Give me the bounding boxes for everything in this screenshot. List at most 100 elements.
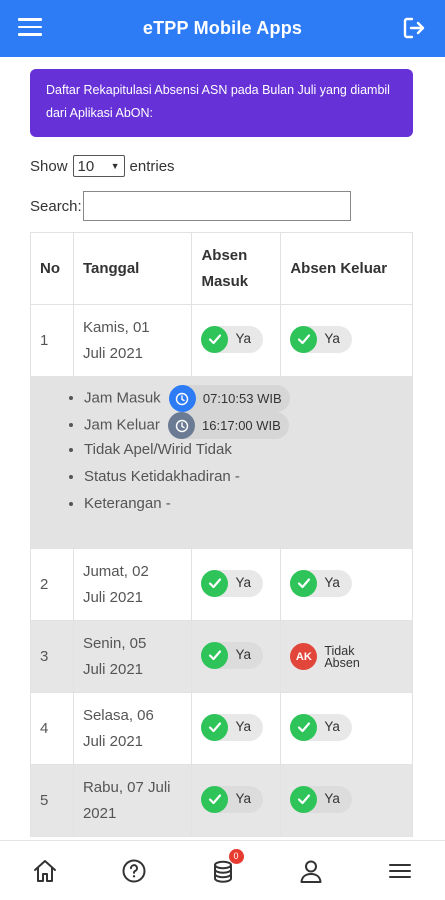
status-badge[interactable]: Ya	[290, 713, 352, 741]
attendance-table: No Tanggal Absen Masuk Absen Keluar 1 Ka…	[30, 232, 413, 837]
list-item: Status Ketidakhadiran -	[84, 466, 412, 493]
table-header-row: No Tanggal Absen Masuk Absen Keluar	[30, 232, 413, 305]
search-input[interactable]	[82, 191, 351, 221]
clock-icon	[168, 385, 196, 412]
status-badge[interactable]: Ya	[201, 785, 263, 813]
time-badge: 16:17:00 WIB	[168, 412, 289, 439]
status-text: Ya	[235, 791, 251, 807]
cell-masuk: Ya	[191, 692, 282, 765]
entries-label: entries	[129, 157, 175, 175]
date-line: Kamis, 01	[82, 318, 150, 336]
cell-date: Selasa, 06 Juli 2021	[72, 692, 193, 765]
date-line: Juli 2021	[82, 344, 143, 362]
info-alert: Daftar Rekapitulasi Absensi ASN pada Bul…	[30, 69, 413, 137]
cell-keluar: Ya	[280, 304, 413, 377]
date-line: Selasa, 06	[82, 706, 154, 724]
date-line: Rabu, 07 Juli	[82, 778, 171, 796]
menu-icon[interactable]	[385, 856, 415, 886]
time-badge: 07:10:53 WIB	[168, 385, 290, 412]
list-item: Jam Keluar 16:17:00 WIB	[84, 412, 412, 439]
status-text: Tidak Absen	[324, 645, 360, 670]
jam-keluar-label: Jam Keluar	[84, 416, 160, 434]
cell-date: Kamis, 01 Juli 2021	[72, 304, 193, 377]
cell-masuk: Ya	[191, 764, 282, 837]
show-label: Show	[30, 157, 68, 175]
status-text: Ya	[235, 719, 251, 735]
cell-no: 4	[30, 692, 74, 765]
clock-icon	[168, 412, 196, 439]
table-row[interactable]: 1 Kamis, 01 Juli 2021 Ya Ya	[30, 304, 413, 377]
status-badge[interactable]: AK Tidak Absen	[290, 643, 372, 671]
check-icon	[290, 325, 318, 353]
entries-value: 10	[77, 157, 95, 175]
status-text: Ya	[235, 331, 251, 347]
status-line: Absen	[324, 655, 360, 670]
entries-control: Show 10 ▼ entries	[30, 155, 175, 177]
user-icon[interactable]	[296, 856, 326, 886]
status-badge[interactable]: Ya	[201, 641, 263, 669]
cell-keluar: Ya	[280, 692, 413, 765]
detail-cell: Jam Masuk 07:10:53 WIB Jam Keluar 16:17:…	[30, 376, 413, 549]
table-row[interactable]: 5 Rabu, 07 Juli 2021 Ya Ya	[30, 764, 413, 837]
list-item: Keterangan -	[84, 493, 412, 520]
cell-date: Jumat, 02 Juli 2021	[72, 548, 193, 621]
status-text: Ya	[324, 791, 340, 807]
check-icon	[201, 785, 229, 813]
cell-masuk: Ya	[191, 548, 282, 621]
status-badge[interactable]: Ya	[290, 325, 352, 353]
home-icon[interactable]	[30, 856, 60, 886]
help-icon[interactable]	[119, 856, 149, 886]
detail-list: Jam Masuk 07:10:53 WIB Jam Keluar 16:17:…	[31, 385, 412, 520]
bottom-nav: 0	[0, 840, 445, 900]
header-no[interactable]: No	[30, 232, 74, 305]
check-icon	[201, 325, 229, 353]
cell-no: 5	[30, 764, 74, 837]
hamburger-menu-icon[interactable]	[18, 18, 42, 38]
entries-select[interactable]: 10 ▼	[72, 155, 125, 177]
table-row[interactable]: 2 Jumat, 02 Juli 2021 Ya Ya	[30, 548, 413, 621]
status-text: Ya	[324, 331, 340, 347]
check-icon	[201, 641, 229, 669]
check-icon	[290, 785, 318, 813]
check-icon	[201, 713, 229, 741]
cell-no: 2	[30, 548, 74, 621]
search-control: Search:	[30, 191, 351, 221]
date-line: Juli 2021	[82, 660, 143, 678]
date-line: Senin, 05	[82, 634, 147, 652]
app-title: eTPP Mobile Apps	[142, 18, 303, 38]
status-text: Ya	[324, 575, 340, 591]
status-badge[interactable]: Ya	[290, 569, 352, 597]
date-line: Jumat, 02	[82, 562, 149, 580]
jam-masuk-value: 07:10:53 WIB	[202, 390, 282, 406]
header-tanggal[interactable]: Tanggal	[72, 232, 193, 305]
jam-keluar-value: 16:17:00 WIB	[202, 417, 281, 433]
table-row[interactable]: 3 Senin, 05 Juli 2021 Ya AK Tidak Absen	[30, 620, 413, 693]
app-header: eTPP Mobile Apps	[0, 0, 445, 57]
status-badge[interactable]: Ya	[201, 325, 263, 353]
check-icon	[201, 569, 229, 597]
cell-no: 3	[30, 620, 74, 693]
main-content: Daftar Rekapitulasi Absensi ASN pada Bul…	[0, 57, 445, 840]
cell-masuk: Ya	[191, 620, 282, 693]
header-absen-keluar[interactable]: Absen Keluar	[280, 232, 413, 305]
status-badge[interactable]: Ya	[290, 785, 352, 813]
list-item: Tidak Apel/Wirid Tidak	[84, 439, 412, 466]
chevron-down-icon: ▼	[110, 161, 120, 171]
header-absen-masuk[interactable]: Absen Masuk	[191, 232, 282, 305]
absent-badge: AK	[290, 643, 318, 671]
cell-no: 1	[30, 304, 74, 377]
status-badge[interactable]: Ya	[201, 713, 263, 741]
cell-keluar: Ya	[280, 764, 413, 837]
date-line: Juli 2021	[82, 732, 143, 750]
status-badge[interactable]: Ya	[201, 569, 263, 597]
date-line: 2021	[82, 804, 117, 822]
notification-badge: 0	[228, 848, 244, 864]
date-line: Juli 2021	[82, 588, 143, 606]
status-text: Ya	[235, 575, 251, 591]
check-icon	[290, 713, 318, 741]
table-row[interactable]: 4 Selasa, 06 Juli 2021 Ya Ya	[30, 692, 413, 765]
detail-row: Jam Masuk 07:10:53 WIB Jam Keluar 16:17:…	[30, 376, 413, 549]
logout-icon[interactable]	[401, 15, 427, 41]
coins-icon[interactable]: 0	[208, 848, 244, 886]
status-text: Ya	[235, 647, 251, 663]
